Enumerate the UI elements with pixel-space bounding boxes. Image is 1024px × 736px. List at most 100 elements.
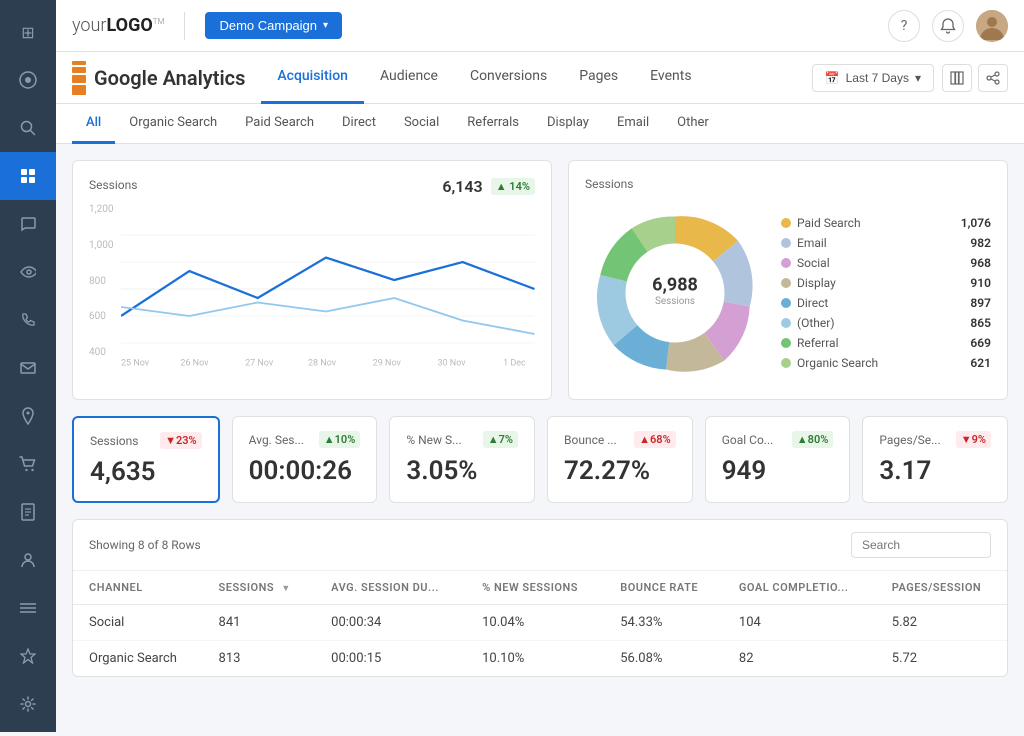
y-axis-labels: 1,200 1,000 800 600 400 (89, 204, 117, 378)
logo-tm: TM (153, 17, 165, 26)
sidebar-item-settings[interactable] (0, 680, 56, 728)
legend-dot-paid-search (781, 218, 791, 228)
metric-goal-completions-name: Goal Co... (722, 433, 774, 447)
svg-text:28 Nov: 28 Nov (308, 358, 337, 368)
main-content: yourLOGOTM Demo Campaign ▾ ? (56, 0, 1024, 732)
sidebar-item-cart[interactable] (0, 440, 56, 488)
metric-sessions[interactable]: Sessions ▼23% 4,635 (72, 416, 220, 503)
line-chart-total: 6,143 (442, 177, 482, 196)
col-sessions[interactable]: SESSIONS ▼ (203, 571, 316, 605)
sidebar-item-report[interactable] (0, 488, 56, 536)
donut-chart-header: Sessions (585, 177, 991, 195)
sidebar-item-plugin[interactable] (0, 632, 56, 680)
metric-new-sessions-name: % New S... (406, 433, 461, 447)
legend-social: Social 968 (781, 256, 991, 270)
sidebar-item-eye[interactable] (0, 248, 56, 296)
col-goal-completions: GOAL COMPLETIO... (723, 571, 876, 605)
legend-referral: Referral 669 (781, 336, 991, 350)
cell-avg-session: 00:00:15 (315, 641, 466, 677)
col-channel: CHANNEL (73, 571, 203, 605)
col-pages-session: PAGES/SESSION (876, 571, 1007, 605)
user-avatar[interactable] (976, 10, 1008, 42)
metric-new-sessions-badge: ▲7% (483, 431, 518, 448)
sidebar-item-list[interactable] (0, 584, 56, 632)
campaign-button[interactable]: Demo Campaign ▾ (205, 12, 342, 39)
tab-organic-search[interactable]: Organic Search (115, 104, 231, 144)
tabbar: All Organic Search Paid Search Direct So… (56, 104, 1024, 144)
help-icon: ? (901, 18, 908, 34)
table-row: Organic Search 813 00:00:15 10.10% 56.08… (73, 641, 1007, 677)
columns-view-button[interactable] (942, 64, 972, 92)
legend-other: (Other) 865 (781, 316, 991, 330)
sidebar-item-phone[interactable] (0, 296, 56, 344)
subnav-item-pages[interactable]: Pages (563, 52, 634, 104)
help-button[interactable]: ? (888, 10, 920, 42)
metric-new-sessions-header: % New S... ▲7% (406, 431, 518, 448)
data-table-card: Showing 8 of 8 Rows CHANNEL SESSIONS ▼ A… (72, 519, 1008, 677)
charts-row: Sessions 6,143 ▲ 14% 1,200 1,000 800 600… (72, 160, 1008, 400)
svg-text:1 Dec: 1 Dec (504, 358, 527, 368)
svg-text:27 Nov: 27 Nov (246, 358, 275, 368)
tab-paid-search[interactable]: Paid Search (231, 104, 328, 144)
cell-avg-session: 00:00:34 (315, 605, 466, 641)
metric-new-sessions-value: 3.05% (406, 456, 518, 486)
legend-dot-direct (781, 298, 791, 308)
tab-all[interactable]: All (72, 104, 115, 144)
col-bounce-rate: BOUNCE RATE (604, 571, 723, 605)
line-chart-svg-container: 25 Nov 26 Nov 27 Nov 28 Nov 29 Nov 30 No… (121, 204, 535, 378)
sidebar-item-home[interactable]: ⊞ (0, 8, 56, 56)
legend-organic-search: Organic Search 621 (781, 356, 991, 370)
metric-new-sessions[interactable]: % New S... ▲7% 3.05% (389, 416, 535, 503)
subnav-item-acquisition[interactable]: Acquisition (261, 52, 364, 104)
metric-pages-session-value: 3.17 (879, 456, 991, 486)
notification-button[interactable] (932, 10, 964, 42)
data-table: CHANNEL SESSIONS ▼ AVG. SESSION DU... % … (73, 571, 1007, 676)
sidebar-item-chat[interactable] (0, 200, 56, 248)
svg-text:Sessions: Sessions (655, 296, 695, 307)
metric-pages-session-badge: ▼9% (956, 431, 991, 448)
sidebar-item-search[interactable] (0, 104, 56, 152)
legend-dot-referral (781, 338, 791, 348)
tab-email[interactable]: Email (603, 104, 663, 144)
metric-avg-session-value: 00:00:26 (249, 456, 361, 486)
metric-sessions-name: Sessions (90, 434, 138, 448)
bar1 (72, 61, 86, 65)
metric-pages-session[interactable]: Pages/Se... ▼9% 3.17 (862, 416, 1008, 503)
donut-content: 6,988 Sessions Paid Search 1,076 Email (585, 203, 991, 383)
subnav-item-conversions[interactable]: Conversions (454, 52, 563, 104)
line-chart-svg: 25 Nov 26 Nov 27 Nov 28 Nov 29 Nov 30 No… (121, 204, 535, 374)
legend-dot-social (781, 258, 791, 268)
cell-sessions: 813 (203, 641, 316, 677)
legend-email: Email 982 (781, 236, 991, 250)
sidebar-item-user[interactable] (0, 536, 56, 584)
sidebar-item-analytics[interactable] (0, 56, 56, 104)
metric-goal-completions[interactable]: Goal Co... ▲80% 949 (705, 416, 851, 503)
tab-display[interactable]: Display (533, 104, 603, 144)
cell-pages-session: 5.72 (876, 641, 1007, 677)
line-chart-badge: ▲ 14% (491, 178, 535, 195)
sidebar-item-mail[interactable] (0, 344, 56, 392)
share-button[interactable] (978, 64, 1008, 92)
metric-goal-completions-header: Goal Co... ▲80% (722, 431, 834, 448)
tab-referrals[interactable]: Referrals (453, 104, 533, 144)
legend-dot-email (781, 238, 791, 248)
svg-text:6,988: 6,988 (652, 274, 698, 295)
metric-sessions-value: 4,635 (90, 457, 202, 487)
sidebar-item-dashboard[interactable] (0, 152, 56, 200)
date-range-button[interactable]: 📅 Last 7 Days ▾ (812, 64, 934, 92)
table-search-input[interactable] (851, 532, 991, 558)
subnav-item-events[interactable]: Events (634, 52, 707, 104)
subnav-item-audience[interactable]: Audience (364, 52, 454, 104)
tab-direct[interactable]: Direct (328, 104, 390, 144)
metric-avg-session[interactable]: Avg. Ses... ▲10% 00:00:26 (232, 416, 378, 503)
sidebar-item-location[interactable] (0, 392, 56, 440)
cell-goal-completions: 82 (723, 641, 876, 677)
logo-bold: LOGO (106, 15, 152, 36)
metric-bounce-rate[interactable]: Bounce ... ▲68% 72.27% (547, 416, 693, 503)
cell-channel: Social (73, 605, 203, 641)
col-new-sessions: % NEW SESSIONS (466, 571, 604, 605)
tab-other[interactable]: Other (663, 104, 723, 144)
tab-social[interactable]: Social (390, 104, 453, 144)
metrics-row: Sessions ▼23% 4,635 Avg. Ses... ▲10% 00:… (72, 416, 1008, 503)
subnav: Google Analytics Acquisition Audience Co… (56, 52, 1024, 104)
